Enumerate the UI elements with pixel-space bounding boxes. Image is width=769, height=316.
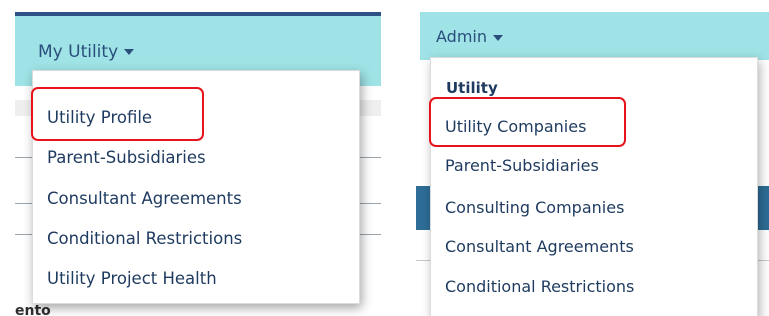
menu-item-parent-subsidiaries[interactable]: Parent-Subsidiaries (445, 156, 599, 175)
menu-item-utility-project-health[interactable]: Utility Project Health (47, 269, 217, 288)
highlight-annotation (31, 87, 204, 141)
background-heading: ento (15, 303, 51, 316)
menu-item-consulting-companies[interactable]: Consulting Companies (445, 198, 624, 217)
caret-down-icon (493, 34, 503, 41)
admin-dropdown-toggle[interactable]: Admin (436, 27, 503, 46)
admin-label: Admin (436, 27, 487, 46)
menu-item-conditional-restrictions[interactable]: Conditional Restrictions (445, 277, 634, 296)
menu-item-consultant-agreements[interactable]: Consultant Agreements (47, 189, 242, 208)
top-band (416, 0, 769, 12)
menu-section-header-utility: Utility (446, 79, 498, 97)
caret-down-icon (124, 49, 135, 55)
my-utility-dropdown-toggle[interactable]: My Utility (38, 42, 135, 62)
admin-dropdown-menu: Utility Utility Companies Parent-Subsidi… (430, 57, 758, 316)
highlight-annotation (429, 97, 626, 147)
my-utility-label: My Utility (38, 42, 119, 62)
menu-item-conditional-restrictions[interactable]: Conditional Restrictions (47, 229, 242, 248)
my-utility-panel: My Utility ento Utility Profile Parent-S… (0, 0, 381, 316)
menu-item-parent-subsidiaries[interactable]: Parent-Subsidiaries (47, 148, 206, 167)
admin-panel: Admin Utility Utility Companies Parent-S… (416, 0, 769, 316)
menu-item-consultant-agreements[interactable]: Consultant Agreements (445, 237, 634, 256)
